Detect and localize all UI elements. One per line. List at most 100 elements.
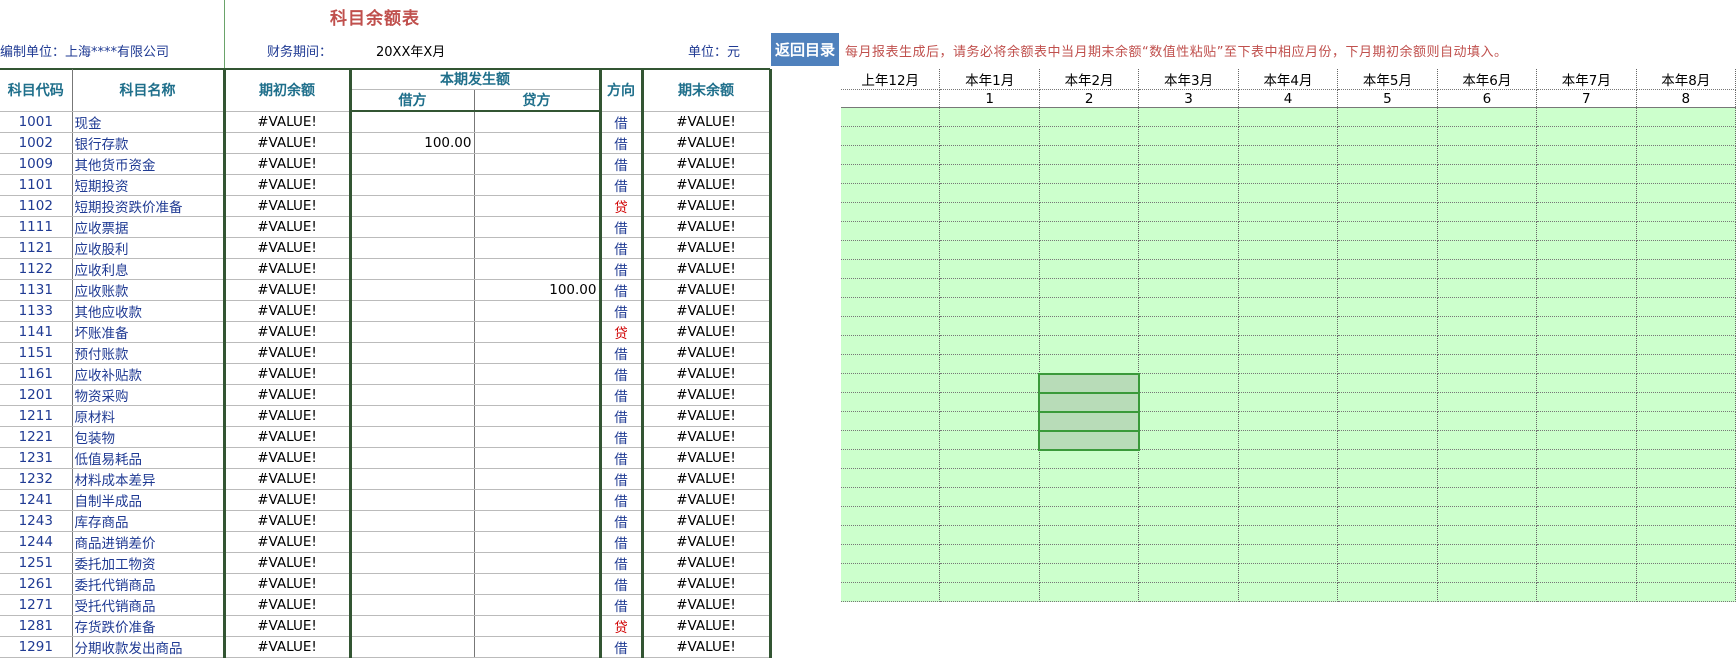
grid-cell[interactable] [1039,107,1140,127]
grid-cell[interactable] [841,164,941,184]
grid-cell[interactable] [939,126,1040,146]
account-name-cell[interactable]: 材料成本差异 [72,468,226,490]
account-code-cell[interactable]: 1122 [0,258,73,280]
grid-cell[interactable] [1138,221,1239,241]
direction-cell[interactable]: 借 [600,405,644,427]
direction-cell[interactable]: 贷 [600,195,644,217]
grid-cell[interactable] [1636,240,1736,260]
grid-cell[interactable] [939,107,1040,127]
grid-cell[interactable] [1536,183,1637,203]
grid-cell[interactable] [1536,240,1637,260]
grid-cell[interactable] [939,335,1040,355]
grid-cell[interactable] [1536,316,1637,336]
grid-cell[interactable] [1138,126,1239,146]
direction-cell[interactable]: 借 [600,594,644,616]
grid-cell[interactable] [1636,297,1736,317]
opening-balance-cell[interactable]: #VALUE! [224,573,352,595]
closing-balance-cell[interactable]: #VALUE! [642,216,772,238]
grid-cell[interactable] [939,411,1040,431]
account-code-cell[interactable]: 1111 [0,216,73,238]
grid-cell[interactable] [1437,278,1538,298]
grid-cell[interactable] [1437,316,1538,336]
back-to-index-button[interactable]: 返回目录 [771,33,839,66]
closing-balance-cell[interactable]: #VALUE! [642,363,772,385]
grid-cell[interactable] [1337,582,1438,602]
grid-cell[interactable] [1337,316,1438,336]
grid-cell[interactable] [1536,468,1637,488]
grid-cell[interactable] [1636,316,1736,336]
grid-cell[interactable] [1138,506,1239,526]
debit-cell[interactable] [350,216,475,238]
debit-cell[interactable] [350,153,475,175]
credit-cell[interactable]: 100.00 [474,279,602,301]
grid-cell[interactable] [939,544,1040,564]
opening-balance-cell[interactable]: #VALUE! [224,258,352,280]
grid-cell[interactable] [841,335,941,355]
grid-cell[interactable] [1039,240,1140,260]
grid-cell[interactable] [1536,145,1637,165]
direction-cell[interactable]: 借 [600,258,644,280]
grid-cell[interactable] [1636,164,1736,184]
grid-cell[interactable] [1138,145,1239,165]
grid-cell[interactable] [1636,506,1736,526]
credit-cell[interactable] [474,636,602,658]
grid-cell[interactable] [1138,430,1239,450]
grid-cell[interactable] [1337,126,1438,146]
grid-cell[interactable] [1636,107,1736,127]
opening-balance-cell[interactable]: #VALUE! [224,405,352,427]
month-header-cell[interactable]: 本年1月 [939,69,1040,90]
account-code-cell[interactable]: 1261 [0,573,73,595]
credit-cell[interactable] [474,426,602,448]
grid-cell[interactable] [1238,240,1339,260]
grid-cell[interactable] [1437,449,1538,469]
grid-cell[interactable] [1039,582,1140,602]
closing-balance-cell[interactable]: #VALUE! [642,258,772,280]
account-code-cell[interactable]: 1281 [0,615,73,637]
account-code-cell[interactable]: 1121 [0,237,73,259]
debit-cell[interactable] [350,573,475,595]
credit-cell[interactable] [474,111,602,133]
account-name-cell[interactable]: 短期投资 [72,174,226,196]
grid-cell[interactable] [1536,449,1637,469]
grid-cell[interactable] [1138,354,1239,374]
closing-balance-cell[interactable]: #VALUE! [642,342,772,364]
opening-balance-cell[interactable]: #VALUE! [224,132,352,154]
opening-balance-cell[interactable]: #VALUE! [224,384,352,406]
account-code-cell[interactable]: 1232 [0,468,73,490]
account-code-cell[interactable]: 1241 [0,489,73,511]
closing-balance-cell[interactable]: #VALUE! [642,489,772,511]
grid-cell[interactable] [1337,544,1438,564]
grid-cell[interactable] [1636,392,1736,412]
grid-cell[interactable] [1437,183,1538,203]
debit-cell[interactable] [350,363,475,385]
direction-cell[interactable]: 借 [600,237,644,259]
debit-cell[interactable] [350,258,475,280]
grid-cell[interactable] [1636,563,1736,583]
grid-cell[interactable] [1238,259,1339,279]
grid-cell[interactable] [1536,107,1637,127]
grid-cell[interactable] [1039,202,1140,222]
closing-balance-cell[interactable]: #VALUE! [642,111,772,133]
debit-cell[interactable] [350,405,475,427]
grid-cell[interactable] [1437,202,1538,222]
direction-cell[interactable]: 借 [600,363,644,385]
opening-balance-cell[interactable]: #VALUE! [224,531,352,553]
grid-cell[interactable] [1238,335,1339,355]
grid-cell[interactable] [1536,202,1637,222]
grid-cell[interactable] [939,183,1040,203]
grid-cell[interactable] [939,297,1040,317]
grid-cell[interactable] [1039,221,1140,241]
direction-cell[interactable]: 借 [600,468,644,490]
grid-cell[interactable] [1238,126,1339,146]
month-number-cell[interactable]: 3 [1138,89,1239,108]
opening-balance-cell[interactable]: #VALUE! [224,279,352,301]
grid-cell[interactable] [939,316,1040,336]
grid-cell[interactable] [1138,525,1239,545]
closing-balance-cell[interactable]: #VALUE! [642,468,772,490]
credit-cell[interactable] [474,174,602,196]
opening-balance-cell[interactable]: #VALUE! [224,636,352,658]
grid-cell[interactable] [1138,259,1239,279]
grid-cell[interactable] [1138,335,1239,355]
grid-cell[interactable] [1337,297,1438,317]
grid-cell[interactable] [1636,202,1736,222]
